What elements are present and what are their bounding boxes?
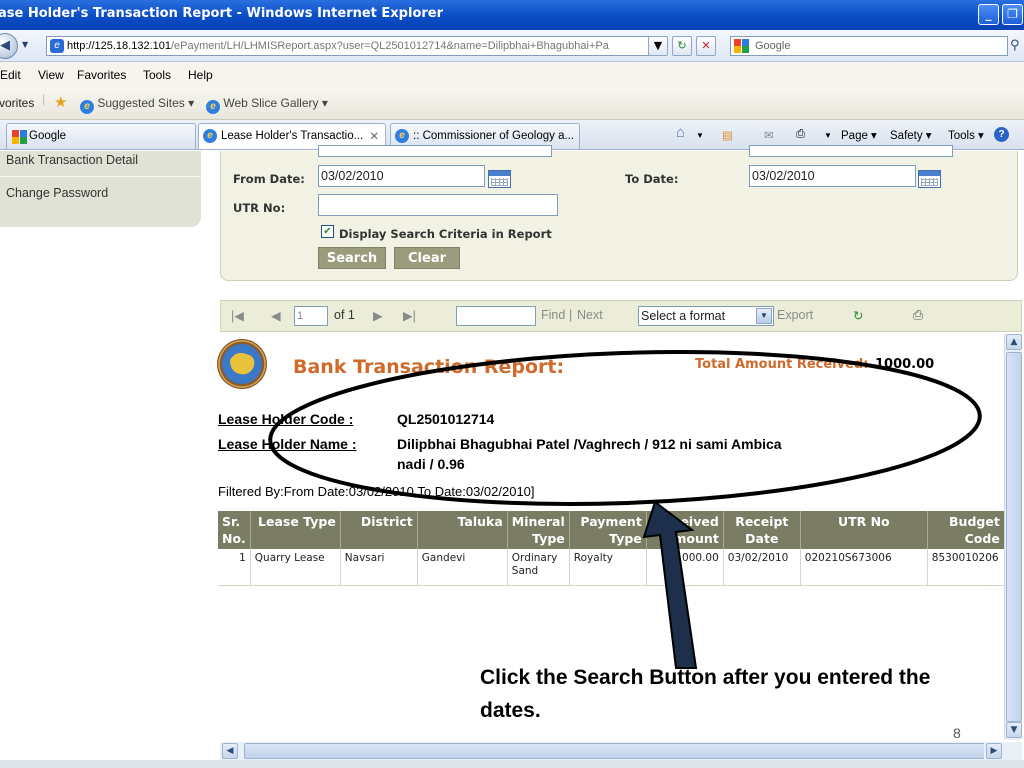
horizontal-scroll-thumb[interactable] [244, 743, 996, 759]
scroll-right-icon[interactable]: ▶ [986, 743, 1002, 759]
vertical-scroll-thumb[interactable] [1006, 352, 1022, 722]
scroll-corner: ▶ [984, 742, 1022, 760]
pointer-arrow [642, 500, 698, 669]
scroll-down-icon[interactable]: ▼ [1006, 722, 1022, 738]
scroll-left-icon[interactable]: ◀ [222, 743, 238, 759]
instruction-line-1: Click the Search Button after you entere… [480, 666, 931, 689]
report-vertical-scrollbar[interactable]: ▲ ▼ [1004, 334, 1022, 740]
slide-page-number: 8 [953, 725, 961, 741]
annotation-overlay [268, 350, 982, 669]
instruction-line-2: dates. [480, 699, 541, 722]
scroll-up-icon[interactable]: ▲ [1006, 334, 1022, 350]
highlight-ellipse [268, 350, 982, 506]
report-horizontal-scrollbar[interactable]: ◀ [220, 742, 1004, 760]
status-bar [0, 760, 1024, 768]
